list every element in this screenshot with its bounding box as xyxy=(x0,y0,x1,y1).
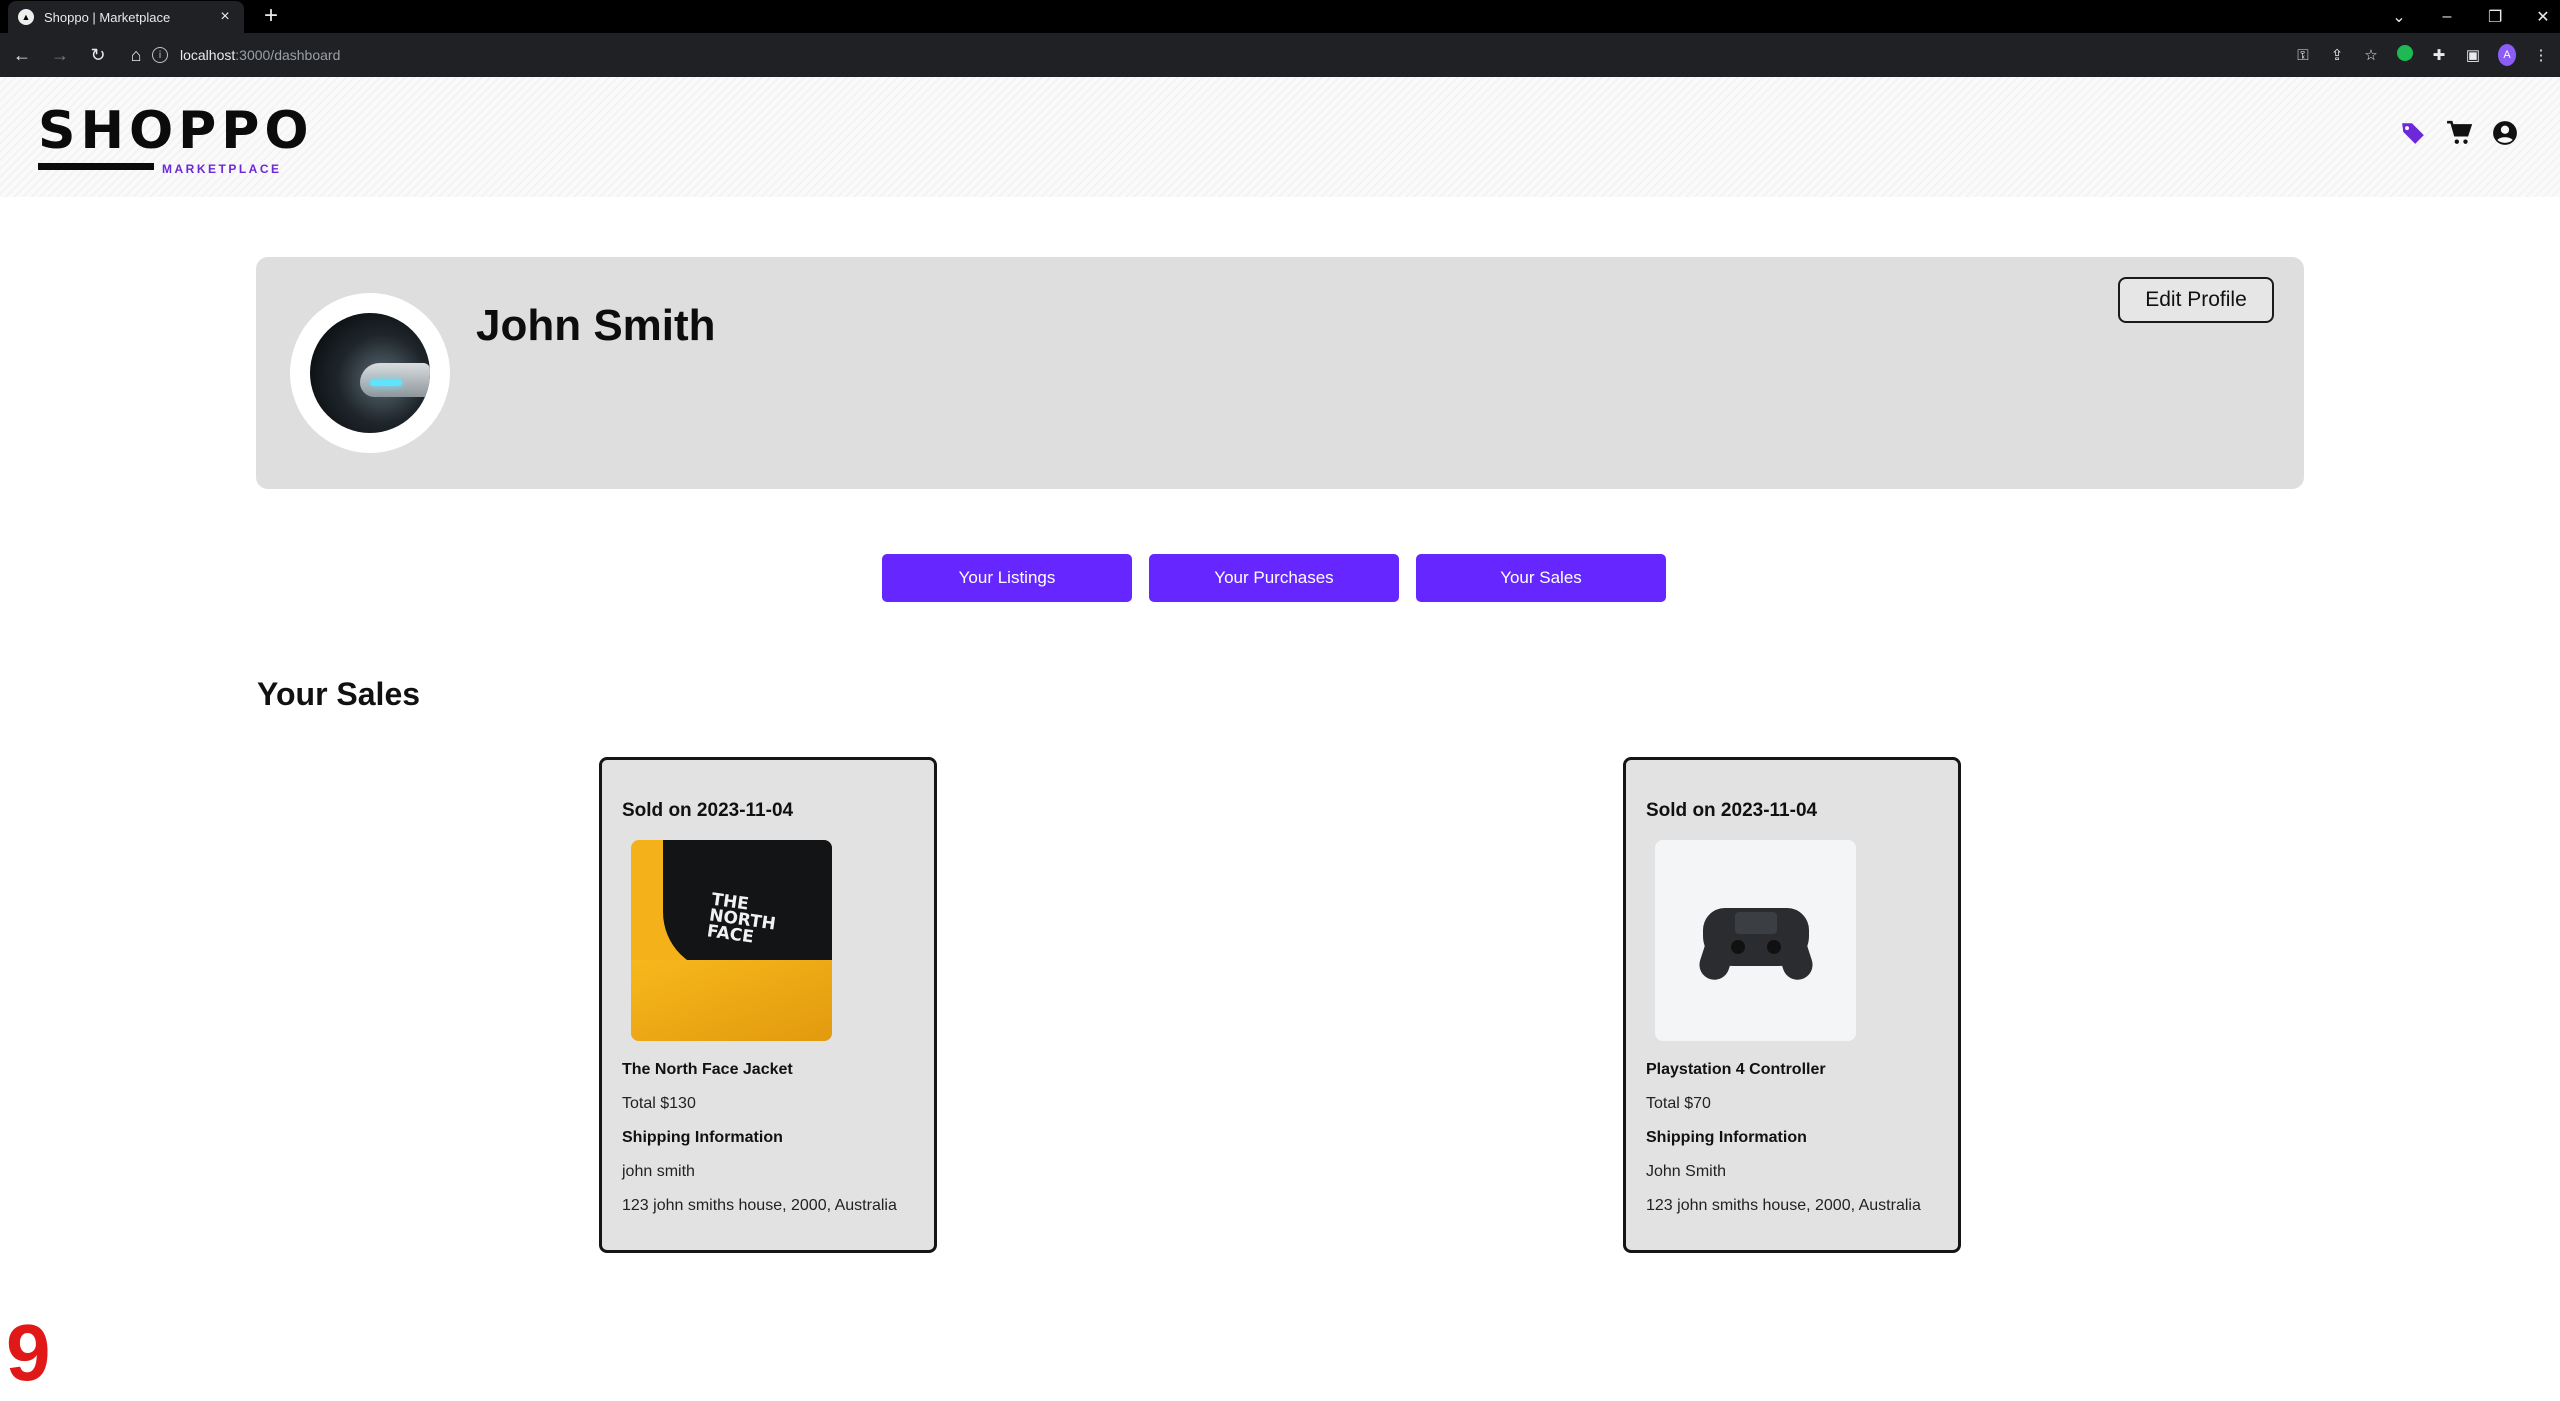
dashboard-tabs: Your Listings Your Purchases Your Sales xyxy=(882,554,1666,602)
shipping-address: 123 john smiths house, 2000, Australia xyxy=(1646,1197,1921,1214)
tab-search-icon[interactable]: ⌄ xyxy=(2392,7,2406,27)
url-path: :3000/dashboard xyxy=(235,47,341,63)
avatar xyxy=(290,293,450,453)
shipping-heading: Shipping Information xyxy=(1646,1129,1807,1146)
site-header: SHOPPO MARKETPLACE xyxy=(0,77,2560,197)
url-host: localhost xyxy=(180,47,236,63)
tab-title: Shoppo | Marketplace xyxy=(44,9,171,25)
toolbar-actions: ⚿ ⇪ ☆ ✚ ▣ A ⋮ xyxy=(2294,33,2550,77)
window-controls: ⌄ – ❐ ✕ xyxy=(2392,0,2550,33)
controller-touchpad xyxy=(1735,912,1777,934)
item-total: Total $70 xyxy=(1646,1095,1711,1112)
tab-your-listings[interactable]: Your Listings xyxy=(882,554,1132,602)
logo-text: SHOPPO xyxy=(38,101,314,161)
key-icon[interactable]: ⚿ xyxy=(2294,47,2312,64)
menu-kebab-icon[interactable]: ⋮ xyxy=(2532,46,2550,64)
back-icon[interactable]: ← xyxy=(6,39,38,71)
avatar-image xyxy=(310,313,430,433)
favicon-icon: ▲ xyxy=(18,9,34,25)
product-image-jacket: THE NORTH FACE xyxy=(631,840,832,1041)
extension-green-icon[interactable] xyxy=(2396,45,2414,65)
new-tab-button[interactable]: + xyxy=(258,4,284,30)
sale-card: Sold on 2023-11-04 Playstation 4 Control… xyxy=(1623,757,1961,1253)
shoppo-logo[interactable]: SHOPPO MARKETPLACE xyxy=(38,101,314,176)
forward-icon[interactable]: → xyxy=(44,39,76,71)
shipping-heading: Shipping Information xyxy=(622,1129,783,1146)
sold-date: Sold on 2023-11-04 xyxy=(622,800,794,821)
sold-date: Sold on 2023-11-04 xyxy=(1646,800,1818,821)
profile-avatar[interactable]: A xyxy=(2498,44,2516,66)
side-panel-icon[interactable]: ▣ xyxy=(2464,46,2482,64)
item-name: The North Face Jacket xyxy=(622,1061,793,1078)
minimize-icon[interactable]: – xyxy=(2440,8,2454,26)
account-icon[interactable] xyxy=(2492,120,2518,146)
tab-your-purchases[interactable]: Your Purchases xyxy=(1149,554,1399,602)
browser-toolbar: ← → ↻ ⌂ i localhost:3000/dashboard ⚿ ⇪ ☆… xyxy=(0,33,2560,77)
extensions-puzzle-icon[interactable]: ✚ xyxy=(2430,46,2448,64)
section-title: Your Sales xyxy=(257,676,421,712)
browser-tab[interactable]: ▲ Shoppo | Marketplace × xyxy=(8,1,244,33)
controller-stick-left xyxy=(1731,940,1745,954)
item-name: Playstation 4 Controller xyxy=(1646,1061,1826,1078)
shipping-name: John Smith xyxy=(1646,1163,1727,1180)
shipping-address: 123 john smiths house, 2000, Australia xyxy=(622,1197,897,1214)
jacket-fold xyxy=(631,960,832,1041)
tag-icon[interactable] xyxy=(2400,120,2426,146)
shipping-name: john smith xyxy=(622,1163,695,1180)
header-icons xyxy=(2400,120,2518,146)
share-icon[interactable]: ⇪ xyxy=(2328,46,2346,64)
cart-icon[interactable] xyxy=(2446,120,2472,146)
profile-name: John Smith xyxy=(476,301,716,350)
logo-subtitle: MARKETPLACE xyxy=(162,162,282,176)
product-image-controller xyxy=(1655,840,1856,1041)
address-bar[interactable]: i localhost:3000/dashboard xyxy=(140,38,2270,72)
profile-card: John Smith Edit Profile xyxy=(256,257,2304,489)
tab-your-sales[interactable]: Your Sales xyxy=(1416,554,1666,602)
sale-card: Sold on 2023-11-04 THE NORTH FACE The No… xyxy=(599,757,937,1253)
edit-profile-button[interactable]: Edit Profile xyxy=(2118,277,2274,323)
browser-tabstrip: ▲ Shoppo | Marketplace × + ⌄ – ❐ ✕ xyxy=(0,0,2560,33)
overlay-number: 9 xyxy=(6,1308,51,1397)
reload-icon[interactable]: ↻ xyxy=(82,39,114,71)
logo-underline xyxy=(38,163,154,170)
north-face-logo: THE NORTH FACE xyxy=(705,889,777,948)
controller-stick-right xyxy=(1767,940,1781,954)
close-window-icon[interactable]: ✕ xyxy=(2536,7,2550,27)
bookmark-star-icon[interactable]: ☆ xyxy=(2362,46,2380,64)
item-total: Total $130 xyxy=(622,1095,696,1112)
car-headlight xyxy=(370,380,402,386)
restore-icon[interactable]: ❐ xyxy=(2488,7,2502,27)
site-info-icon[interactable]: i xyxy=(152,47,168,63)
close-tab-icon[interactable]: × xyxy=(216,8,234,26)
